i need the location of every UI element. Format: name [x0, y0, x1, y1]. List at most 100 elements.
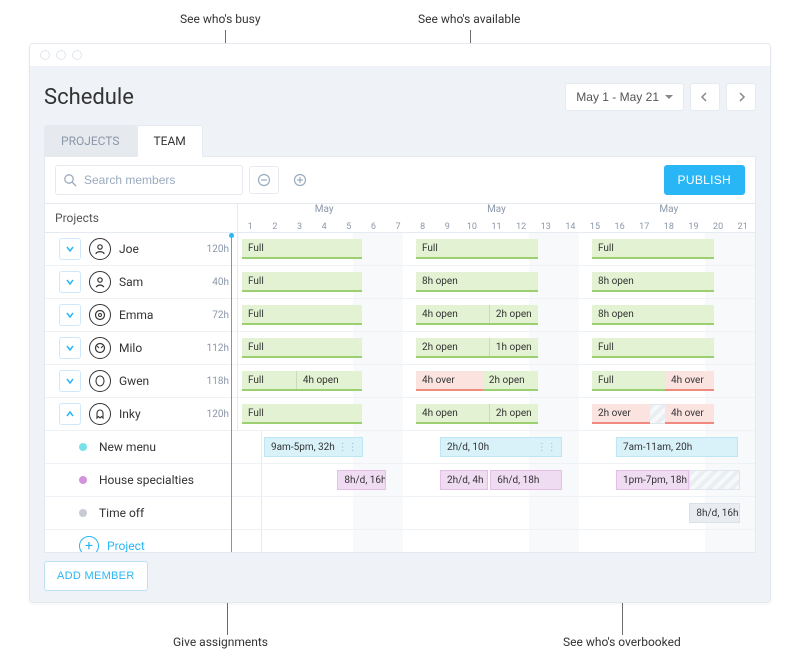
workload-bar[interactable]: Full4h open [242, 371, 362, 391]
workload-bar[interactable]: Full [242, 338, 362, 358]
member-hours: 112h [207, 343, 229, 354]
member-hours: 118h [207, 376, 229, 387]
member-row-inky: Inky 120h Full 4h open2h open 2h over [45, 398, 755, 431]
workload-bar[interactable]: Full [416, 239, 538, 259]
assignment-bar[interactable]: 9am-5pm, 32h⋮⋮ [264, 437, 363, 457]
workload-bar[interactable]: Full 4h over [592, 371, 714, 391]
collapse-all-button[interactable] [249, 166, 279, 194]
search-input[interactable] [55, 165, 243, 195]
chevron-up-icon [65, 409, 75, 419]
day-label: 12 [509, 222, 534, 232]
workload-bar[interactable]: Full [242, 404, 362, 424]
drag-handle-icon[interactable]: ⋮⋮ [537, 442, 557, 453]
month-label: May [487, 204, 506, 215]
assignment-bar[interactable] [689, 470, 739, 490]
task-row-house: House specialties 8h/d, 16h 2h/d, 4h 6h/… [45, 464, 755, 497]
day-label: 20 [706, 222, 731, 232]
workload-bar[interactable]: 8h open [592, 305, 714, 325]
publish-button[interactable]: PUBLISH [664, 165, 745, 195]
member-name: Milo [119, 341, 199, 355]
day-label: 6 [361, 222, 386, 232]
task-name: House specialties [99, 473, 261, 487]
task-bullet-icon [79, 443, 87, 451]
member-row-joe: Joe 120h Full Full Full [45, 233, 755, 266]
workload-bar[interactable]: Full [242, 272, 362, 292]
member-hours: 120h [207, 409, 229, 420]
member-hours: 72h [212, 310, 229, 321]
workload-bar[interactable]: 8h open [592, 272, 714, 292]
chevron-down-icon [65, 310, 75, 320]
app-window: Schedule May 1 - May 21 PROJECTS [29, 43, 771, 603]
date-range-label: May 1 - May 21 [576, 90, 659, 104]
date-range-picker[interactable]: May 1 - May 21 [565, 83, 684, 111]
callout-assignments: Give assignments [173, 635, 268, 649]
tab-team[interactable]: TEAM [137, 125, 203, 157]
avatar-icon [89, 238, 111, 260]
day-label: 1 [238, 222, 263, 232]
workload-bar[interactable]: 2h open1h open [416, 338, 538, 358]
member-name: Sam [119, 275, 204, 289]
month-label: May [315, 204, 334, 215]
avatar-icon [89, 403, 111, 425]
member-row-emma: Emma 72h Full 4h open2h open 8h open [45, 299, 755, 332]
window-dot [40, 50, 50, 60]
page-title: Schedule [44, 85, 134, 110]
member-name: Joe [119, 242, 199, 256]
day-label: 17 [632, 222, 657, 232]
today-marker [231, 233, 232, 552]
assignment-bar[interactable]: 2h/d, 10h⋮⋮ [440, 437, 562, 457]
day-label: 21 [730, 222, 755, 232]
day-label: 14 [558, 222, 583, 232]
workload-bar[interactable]: 4h open2h open [416, 305, 538, 325]
expand-button[interactable] [59, 304, 81, 326]
member-row-milo: Milo 112h Full 2h open1h open Full [45, 332, 755, 365]
day-label: 10 [460, 222, 485, 232]
workload-bar[interactable]: 2h over 4h over [592, 404, 714, 424]
day-label: 9 [435, 222, 460, 232]
member-name: Gwen [119, 374, 199, 388]
expand-button[interactable] [59, 271, 81, 293]
workload-bar[interactable]: Full [242, 305, 362, 325]
workload-bar[interactable]: Full [242, 239, 362, 259]
expand-button[interactable] [59, 238, 81, 260]
day-label: 4 [312, 222, 337, 232]
workload-bar[interactable]: 4h open2h open [416, 404, 538, 424]
window-dot [72, 50, 82, 60]
window-dot [56, 50, 66, 60]
tab-projects[interactable]: PROJECTS [44, 125, 137, 156]
assignment-bar[interactable]: 6h/d, 18h [490, 470, 561, 490]
task-row-timeoff: Time off 8h/d, 16h [45, 497, 755, 530]
avatar-icon [89, 370, 111, 392]
timeline-header: May 1 2 3 4 5 6 7 [238, 204, 755, 232]
collapse-button[interactable] [59, 403, 81, 425]
workload-bar[interactable]: 8h open [416, 272, 538, 292]
workload-bar[interactable]: 4h over 2h open [416, 371, 538, 391]
next-period-button[interactable] [726, 83, 756, 111]
chevron-down-icon [65, 277, 75, 287]
chevron-down-icon [665, 95, 673, 103]
assignment-bar[interactable]: 8h/d, 16h [337, 470, 385, 490]
drag-handle-icon[interactable]: ⋮⋮ [338, 442, 358, 453]
day-label: 8 [410, 222, 435, 232]
assignment-bar[interactable]: 1pm-7pm, 18h [616, 470, 689, 490]
assignment-bar[interactable]: 2h/d, 4h [440, 470, 488, 490]
expand-button[interactable] [59, 370, 81, 392]
schedule-grid: Projects May 1 2 3 4 5 6 7 [44, 204, 756, 553]
expand-all-button[interactable] [285, 166, 315, 194]
day-label: 16 [607, 222, 632, 232]
add-member-button[interactable]: ADD MEMBER [44, 561, 148, 591]
month-label: May [659, 204, 678, 215]
avatar-icon [89, 304, 111, 326]
workload-bar[interactable]: Full [592, 239, 714, 259]
assignment-bar[interactable]: 7am-11am, 20h [616, 437, 738, 457]
prev-period-button[interactable] [690, 83, 720, 111]
expand-button[interactable] [59, 337, 81, 359]
expand-icon [293, 173, 307, 187]
side-header: Projects [45, 204, 238, 232]
add-project-row[interactable]: + Project [45, 530, 755, 552]
callout-overbooked: See who's overbooked [563, 635, 681, 649]
tabs: PROJECTS TEAM [44, 125, 756, 157]
assignment-bar[interactable]: 8h/d, 16h [689, 503, 739, 523]
day-label: 2 [263, 222, 288, 232]
workload-bar[interactable]: Full [592, 338, 714, 358]
